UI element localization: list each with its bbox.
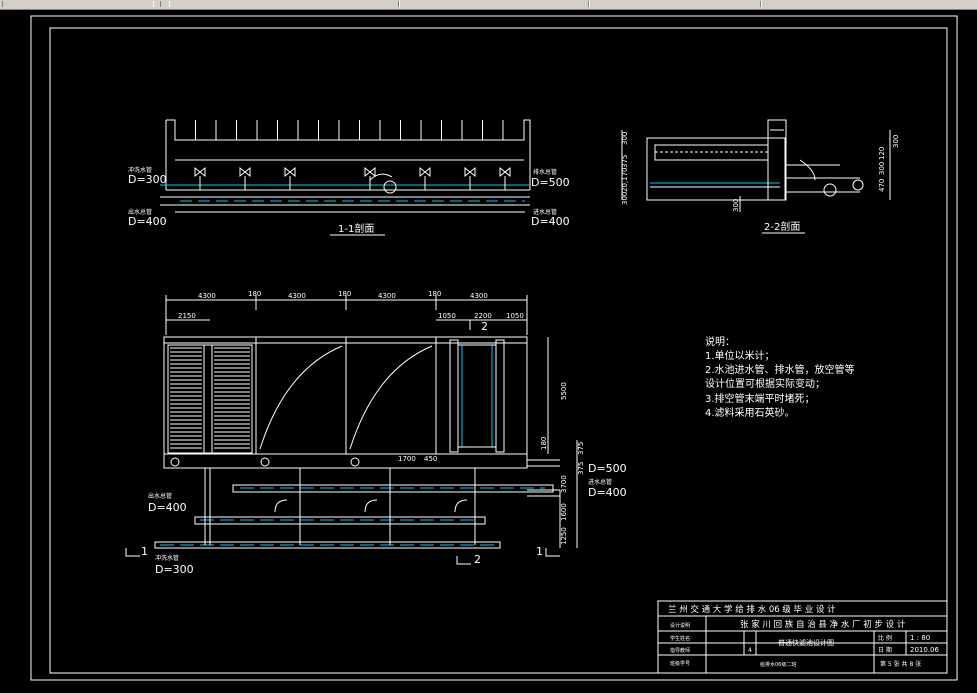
plan-dim-right-vertical: 5500 [560, 382, 568, 400]
plan-dim-inner-2: 450 [424, 455, 437, 463]
valve-icon [464, 166, 476, 178]
tb-row-1: 设计说明 [670, 622, 690, 629]
s11-right-top-label: 排水总管 [533, 168, 557, 176]
valve-icon [419, 166, 431, 178]
plan-dim-sub-right-2: 2200 [474, 312, 492, 320]
tb-scale-value: 1 : 80 [910, 634, 930, 642]
plan-dim-top-7: 4300 [470, 292, 488, 300]
valve-icon [499, 166, 511, 178]
plan-right-top-dim: D=500 [588, 462, 627, 475]
plan-left-mid-dim: D=400 [148, 501, 187, 514]
plan-section-mark-left: 1 [141, 545, 148, 558]
plan-left-bottom-label: 冲洗水管 [155, 554, 179, 562]
application-toolbar [0, 0, 977, 10]
s11-right-bottom-dim: D=400 [531, 215, 570, 228]
tb-row-3: 指导教师 [670, 647, 690, 654]
plan-section-mark-top: 2 [481, 320, 488, 333]
notes-item-4: 3.排空管末端平时堵死； [705, 392, 815, 405]
plan-dim-right-small-1: 180 [540, 437, 548, 450]
plan-dim-top-2: 180 [248, 290, 261, 298]
plan-dim-top-6: 180 [428, 290, 441, 298]
tb-date-label: 日 期 [878, 646, 892, 654]
plan-section-mark-bottom: 2 [474, 553, 481, 566]
pipe-bend [364, 499, 378, 513]
notes-item-5: 4.滤料采用石英砂。 [705, 406, 795, 419]
plan-dim-right-small-6: 1250 [560, 527, 568, 545]
s11-right-top-dim: D=500 [531, 176, 570, 189]
s22-dim-left-3: 20,170 [621, 168, 629, 193]
plan-view [125, 295, 578, 565]
plan-section-mark-right: 1 [536, 545, 543, 558]
tb-row-2: 学生姓名 [670, 635, 690, 642]
sheet-inner-border [49, 27, 948, 674]
valve-icon [350, 457, 360, 467]
s22-title: 2-2剖面 [764, 220, 800, 233]
plan-dim-top-4: 180 [338, 290, 351, 298]
pipe-bend [454, 499, 468, 513]
s22-dim-right-3: 300 [878, 162, 886, 175]
s22-dim-right-2: 120 [878, 147, 886, 160]
sheet-outer-border [30, 15, 958, 681]
valve-icon [239, 166, 251, 178]
notes-item-3: 设计位置可根据实际变动； [705, 377, 825, 390]
s22-dim-left-4: 300 [621, 192, 629, 205]
plan-left-mid-label: 出水总管 [148, 492, 172, 500]
notes-heading: 说明： [705, 335, 735, 348]
notes-item-2: 2.水池进水管、排水管，放空管等 [705, 363, 855, 376]
plan-dim-sub-left: 2150 [178, 312, 196, 320]
tb-date-value: 2010.06 [910, 646, 939, 654]
valve-icon [170, 457, 180, 467]
tb-small-num: 4 [748, 647, 752, 654]
tb-scale-label: 比 例 [878, 634, 892, 642]
plan-right-mid-label: 进水总管 [588, 478, 612, 486]
notes-item-1: 1.单位以米计； [705, 349, 775, 362]
valve-icon [364, 166, 376, 178]
s22-dim-bottom: 300 [732, 199, 740, 212]
plan-dim-top-1: 4300 [198, 292, 216, 300]
tb-drawing-name: 普通快滤池设计图 [778, 638, 834, 647]
tb-sheet: 第 5 张 共 8 张 [880, 660, 921, 668]
plan-left-bottom-dim: D=300 [155, 563, 194, 576]
plan-dim-right-small-4: 3700 [560, 475, 568, 493]
cad-drawing-canvas[interactable]: 冲洗水管 D=300 出水总管 D=400 排水总管 D=500 进水总管 D=… [0, 10, 977, 693]
pipe-bend [274, 499, 288, 513]
s22-dim-right-1: 300 [892, 135, 900, 148]
plan-dim-sub-right-3: 1050 [506, 312, 524, 320]
s11-left-bottom-dim: D=400 [128, 215, 167, 228]
s11-title: 1-1剖面 [338, 222, 374, 235]
valve-icon [194, 166, 206, 178]
plan-dim-right-small-5: 1600 [560, 503, 568, 521]
plan-dim-inner-1: 1700 [398, 455, 416, 463]
s22-dim-left-2: 375 [621, 155, 629, 168]
plan-dim-top-3: 4300 [288, 292, 306, 300]
s22-dim-left-1: 300 [621, 132, 629, 145]
plan-dim-right-small-3: 375 [577, 462, 585, 475]
valve-icon [284, 166, 296, 178]
tb-school: 兰 州 交 通 大 学 给 排 水 06 级 毕 业 设 计 [668, 604, 836, 615]
tb-designer: 给排水06级二班 [760, 661, 796, 668]
plan-right-mid-dim: D=400 [588, 486, 627, 499]
s22-dim-right-4: 470 [878, 179, 886, 192]
plan-dim-top-5: 4300 [378, 292, 396, 300]
valve-icon [260, 457, 270, 467]
s11-left-top-dim: D=300 [128, 173, 167, 186]
plan-dim-right-small-2: 375 [577, 442, 585, 455]
tb-project: 张 家 川 回 族 自 治 县 净 水 厂 初 步 设 计 [740, 619, 906, 630]
tb-row-4: 班级学号 [670, 660, 690, 667]
section-2-2 [621, 119, 891, 212]
plan-dim-sub-right-1: 1050 [438, 312, 456, 320]
section-1-1 [160, 119, 531, 213]
